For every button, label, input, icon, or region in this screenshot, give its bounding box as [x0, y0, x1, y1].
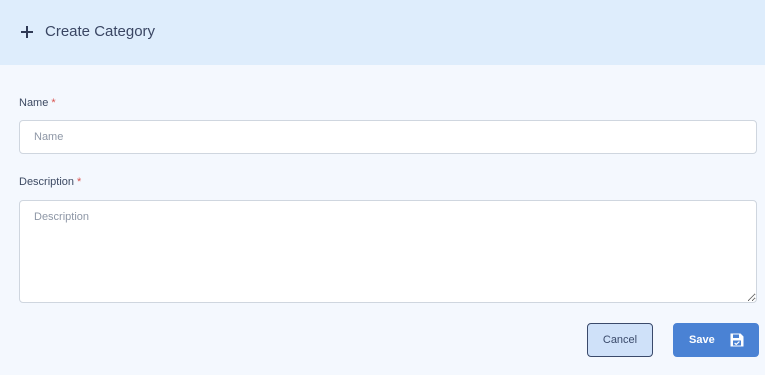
cancel-button-label: Cancel: [602, 334, 638, 346]
required-mark: *: [77, 176, 82, 188]
plus-icon: [21, 26, 33, 38]
floppy-disk-icon: [730, 333, 744, 347]
name-label: Name *: [19, 96, 56, 110]
panel-title: Create Category: [45, 23, 156, 40]
cancel-button[interactable]: Cancel: [587, 323, 653, 357]
name-label-text: Name: [19, 97, 49, 109]
description-label-text: Description: [19, 176, 75, 188]
name-input[interactable]: [19, 120, 757, 154]
panel-header: Create Category: [0, 0, 765, 65]
description-label: Description *: [19, 175, 81, 189]
save-button-label: Save: [689, 334, 715, 346]
description-textarea[interactable]: [19, 200, 757, 303]
save-button[interactable]: Save: [673, 323, 759, 357]
create-category-panel: Create Category Name* Description* Cance…: [0, 0, 765, 375]
required-mark: *: [51, 97, 56, 109]
